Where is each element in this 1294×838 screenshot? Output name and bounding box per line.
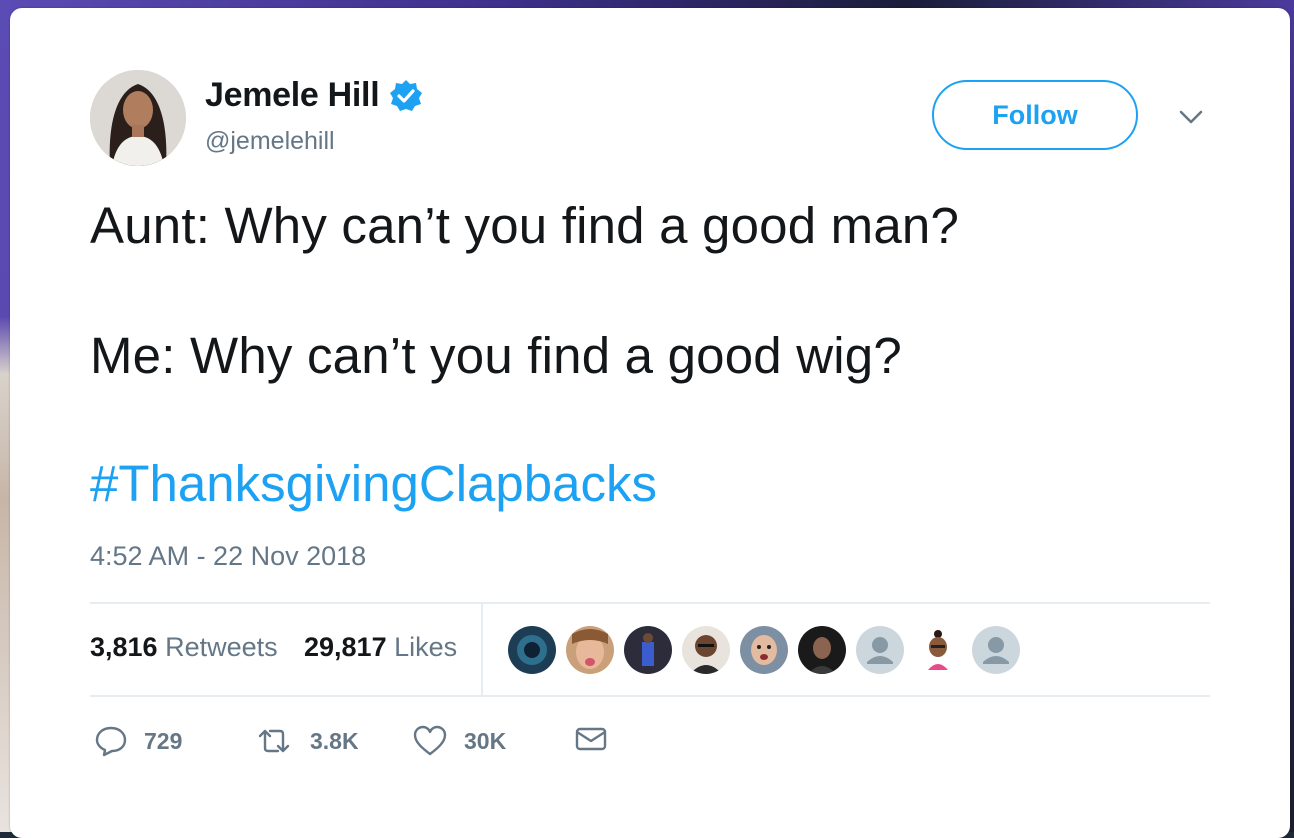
envelope-icon xyxy=(575,727,607,751)
reply-count: 729 xyxy=(144,727,183,754)
retweet-count: 3.8K xyxy=(310,727,359,754)
retweets-label: Retweets xyxy=(165,632,278,662)
liker-avatar[interactable] xyxy=(508,626,556,674)
tweet-text-line-1: Aunt: Why can’t you find a good man? xyxy=(90,197,960,254)
user-name[interactable]: Jemele Hill xyxy=(205,76,380,115)
hashtag-link[interactable]: #ThanksgivingClapbacks xyxy=(90,454,657,513)
chevron-down-icon[interactable] xyxy=(1176,106,1206,128)
follow-button[interactable]: Follow xyxy=(932,80,1138,150)
like-count: 30K xyxy=(464,727,507,754)
user-handle[interactable]: @jemelehill xyxy=(205,127,335,156)
likes-stat[interactable]: 29,817 Likes xyxy=(304,632,457,663)
direct-message-action[interactable] xyxy=(574,724,624,754)
liker-avatar[interactable] xyxy=(682,626,730,674)
avatar-default-gray-icon xyxy=(856,626,904,674)
user-name-row: Jemele Hill xyxy=(205,76,423,115)
avatar-bitmoji-icon xyxy=(914,626,962,674)
liker-avatar[interactable] xyxy=(972,626,1020,674)
avatar-woman-dark-icon xyxy=(798,626,846,674)
divider xyxy=(90,602,1210,604)
tweet-text-line-2: Me: Why can’t you find a good wig? xyxy=(90,327,902,384)
profile-photo-icon xyxy=(90,70,186,166)
liker-avatar[interactable] xyxy=(798,626,846,674)
liker-avatar[interactable] xyxy=(856,626,904,674)
heart-icon xyxy=(413,725,447,756)
avatar-face-tongue-icon xyxy=(566,626,614,674)
liker-avatar[interactable] xyxy=(624,626,672,674)
reply-action[interactable]: 729 xyxy=(94,724,182,758)
liker-avatar[interactable] xyxy=(914,626,962,674)
verified-badge-icon xyxy=(390,79,423,111)
likes-label: Likes xyxy=(394,632,458,662)
retweet-icon xyxy=(258,729,290,753)
retweets-stat[interactable]: 3,816 Retweets xyxy=(90,632,278,663)
avatar-man-glasses-icon xyxy=(682,626,730,674)
tweet-timestamp[interactable]: 4:52 AM - 22 Nov 2018 xyxy=(90,541,366,572)
avatar[interactable] xyxy=(90,70,186,166)
reply-icon xyxy=(95,726,127,757)
liker-avatar[interactable] xyxy=(740,626,788,674)
avatar-stage-blue-icon xyxy=(624,626,672,674)
liker-avatar[interactable] xyxy=(566,626,614,674)
divider-vertical xyxy=(481,604,483,695)
likers-avatars xyxy=(508,626,1030,674)
avatar-dark-blue-icon xyxy=(508,626,556,674)
avatar-man-surprised-icon xyxy=(740,626,788,674)
retweet-action[interactable]: 3.8K xyxy=(254,724,359,758)
divider xyxy=(90,695,1210,697)
retweets-count: 3,816 xyxy=(90,632,158,662)
likes-count: 29,817 xyxy=(304,632,387,662)
like-action[interactable]: 30K xyxy=(412,724,506,758)
avatar-default-gray-icon xyxy=(972,626,1020,674)
